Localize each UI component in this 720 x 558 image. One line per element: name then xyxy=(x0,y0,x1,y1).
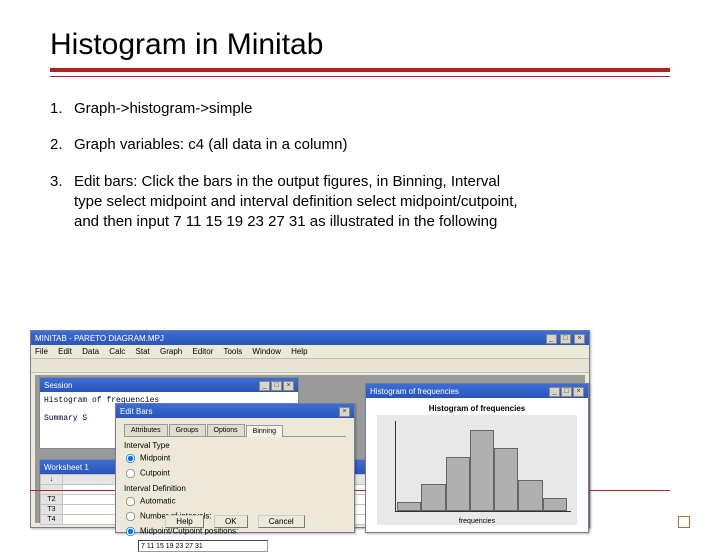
tab-options[interactable]: Options xyxy=(207,424,245,436)
menu-window[interactable]: Window xyxy=(252,347,280,356)
window-buttons: _ □ × xyxy=(545,333,585,344)
menubar: File Edit Data Calc Stat Graph Editor To… xyxy=(31,345,589,359)
dialog-close-icon[interactable]: × xyxy=(339,407,350,417)
mdi-area: Session _□× Histogram of frequencies Sum… xyxy=(35,375,585,523)
menu-edit[interactable]: Edit xyxy=(58,347,72,356)
slide-title: Histogram in Minitab xyxy=(50,28,670,62)
opt-midpoint-label: Midpoint xyxy=(140,454,170,463)
minimize-icon[interactable]: _ xyxy=(546,334,557,344)
interval-type-label: Interval Type xyxy=(124,441,346,450)
x-axis xyxy=(395,511,571,512)
main-titlebar: MINITAB - PARETO DIAGRAM.MPJ _ □ × xyxy=(31,331,589,345)
menu-editor[interactable]: Editor xyxy=(192,347,213,356)
row-t2: T2 xyxy=(41,495,63,505)
steps-list: Graph->histogram->simple Graph variables… xyxy=(50,99,670,232)
histogram-bar[interactable] xyxy=(543,498,567,512)
radio-midpoint[interactable] xyxy=(126,454,135,463)
title-rule xyxy=(50,68,670,72)
histogram-bar[interactable] xyxy=(494,448,518,511)
x-axis-label: frequencies xyxy=(377,518,577,525)
dialog-titlebar: Edit Bars × xyxy=(116,404,354,418)
histogram-bar[interactable] xyxy=(518,480,542,512)
histogram-bar[interactable] xyxy=(397,502,421,511)
histogram-bar[interactable] xyxy=(470,430,494,511)
menu-tools[interactable]: Tools xyxy=(223,347,242,356)
menu-data[interactable]: Data xyxy=(82,347,99,356)
chart-window-title: Histogram of frequencies xyxy=(370,387,459,396)
help-button[interactable]: Help xyxy=(165,515,203,528)
tab-binning[interactable]: Binning xyxy=(246,425,283,437)
session-max-icon[interactable]: □ xyxy=(271,381,282,391)
cancel-button[interactable]: Cancel xyxy=(258,515,305,528)
row-t4: T4 xyxy=(41,515,63,525)
radio-positions[interactable] xyxy=(126,527,135,536)
session-min-icon[interactable]: _ xyxy=(259,381,270,391)
title-rule-thin xyxy=(50,76,670,77)
screenshot-illustration: MINITAB - PARETO DIAGRAM.MPJ _ □ × File … xyxy=(30,330,590,528)
y-axis xyxy=(395,421,396,512)
dialog-title: Edit Bars xyxy=(120,407,152,416)
positions-input[interactable] xyxy=(138,540,268,552)
session-close-icon[interactable]: × xyxy=(283,381,294,391)
histogram-bar[interactable] xyxy=(446,457,470,511)
menu-file[interactable]: File xyxy=(35,347,48,356)
interval-def-label: Interval Definition xyxy=(124,484,346,493)
edit-bars-dialog: Edit Bars × Attributes Groups Options Bi… xyxy=(115,403,355,533)
chart-titlebar: Histogram of frequencies _□× xyxy=(366,384,588,398)
ok-button[interactable]: OK xyxy=(214,515,248,528)
chart-title: Histogram of frequencies xyxy=(372,404,582,413)
toolbar xyxy=(31,359,589,373)
step-3: Edit bars: Click the bars in the output … xyxy=(50,172,530,233)
session-titlebar: Session _□× xyxy=(40,378,298,392)
menu-graph[interactable]: Graph xyxy=(160,347,182,356)
footer-checkbox-icon xyxy=(678,516,690,528)
radio-automatic[interactable] xyxy=(126,497,135,506)
worksheet-title: Worksheet 1 xyxy=(44,463,89,472)
session-title: Session xyxy=(44,381,72,390)
maximize-icon[interactable]: □ xyxy=(560,334,571,344)
step-2: Graph variables: c4 (all data in a colum… xyxy=(50,135,530,155)
close-icon[interactable]: × xyxy=(574,334,585,344)
opt-auto-label: Automatic xyxy=(140,497,176,506)
chart-min-icon[interactable]: _ xyxy=(549,387,560,397)
menu-calc[interactable]: Calc xyxy=(109,347,125,356)
menu-help[interactable]: Help xyxy=(291,347,307,356)
main-window-title: MINITAB - PARETO DIAGRAM.MPJ xyxy=(35,334,164,343)
radio-cutpoint[interactable] xyxy=(126,469,135,478)
histogram-chart-window: Histogram of frequencies _□× Histogram o… xyxy=(365,383,589,533)
opt-cutpoint-label: Cutpoint xyxy=(140,469,170,478)
dialog-tabs: Attributes Groups Options Binning xyxy=(124,424,346,437)
step-1: Graph->histogram->simple xyxy=(50,99,530,119)
histogram-bar[interactable] xyxy=(421,484,445,511)
corner-cell: ↓ xyxy=(41,475,63,485)
minitab-main-window: MINITAB - PARETO DIAGRAM.MPJ _ □ × File … xyxy=(30,330,590,528)
tab-groups[interactable]: Groups xyxy=(169,424,206,436)
row-t3: T3 xyxy=(41,505,63,515)
tab-attributes[interactable]: Attributes xyxy=(124,424,168,436)
chart-plot-area[interactable]: frequencies xyxy=(377,415,577,525)
chart-close-icon[interactable]: × xyxy=(573,387,584,397)
menu-stat[interactable]: Stat xyxy=(136,347,150,356)
chart-max-icon[interactable]: □ xyxy=(561,387,572,397)
